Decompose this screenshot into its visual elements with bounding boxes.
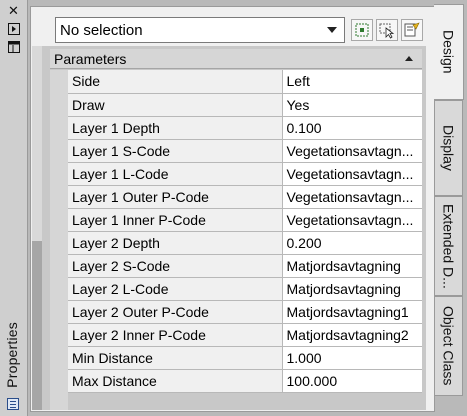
scrollbar-thumb[interactable] xyxy=(32,241,42,410)
palette-title-bar: ✕ Properties xyxy=(0,0,28,416)
property-value[interactable]: Matjordsavtagning1 xyxy=(282,300,422,324)
table-row[interactable]: Draw Yes xyxy=(68,93,422,117)
select-objects-icon xyxy=(379,23,395,39)
table-row[interactable]: Layer 1 Inner P-Code Vegetationsavtagn... xyxy=(68,208,422,232)
table-row[interactable]: Layer 1 Outer P-Code Vegetationsavtagn... xyxy=(68,185,422,209)
tab-object-class[interactable]: Object Class xyxy=(435,296,463,396)
chevron-down-icon[interactable] xyxy=(327,27,337,33)
grid-gutter xyxy=(50,70,68,410)
property-value[interactable]: Yes xyxy=(282,93,422,117)
property-name: Layer 2 S-Code xyxy=(68,254,283,278)
property-value[interactable]: Vegetationsavtagn... xyxy=(282,208,422,232)
table-row[interactable]: Layer 1 Depth 0.100 xyxy=(68,116,422,140)
property-value[interactable]: Vegetationsavtagn... xyxy=(282,185,422,209)
property-value[interactable]: 0.200 xyxy=(282,231,422,255)
auto-hide-icon[interactable] xyxy=(6,22,21,36)
property-name: Side xyxy=(68,70,283,94)
tab-label: Design xyxy=(440,30,457,74)
parameters-table: Side Left Draw Yes Layer 1 Depth 0.100 Layer 1… xyxy=(68,70,422,393)
property-value[interactable]: 0.100 xyxy=(282,116,422,140)
table-row[interactable]: Layer 2 Inner P-Code Matjordsavtagning2 xyxy=(68,323,422,347)
property-name: Layer 1 Depth xyxy=(68,116,283,140)
toggle-pickadd-button[interactable] xyxy=(351,19,373,41)
tab-strip: Design Display Extended D... Object Clas… xyxy=(434,0,467,416)
table-row[interactable]: Layer 2 Depth 0.200 xyxy=(68,231,422,255)
property-value[interactable]: Vegetationsavtagn... xyxy=(282,162,422,186)
table-row[interactable]: Max Distance 100.000 xyxy=(68,369,422,393)
table-row[interactable]: Layer 2 L-Code Matjordsavtagning xyxy=(68,277,422,301)
tab-label: Extended D... xyxy=(440,203,457,289)
table-row[interactable]: Layer 2 S-Code Matjordsavtagning xyxy=(68,254,422,278)
selection-toolbar: No selection xyxy=(55,17,427,43)
property-name: Max Distance xyxy=(68,369,283,393)
property-name: Layer 2 Depth xyxy=(68,231,283,255)
vertical-scrollbar[interactable] xyxy=(32,46,42,410)
collapse-caret-icon[interactable] xyxy=(405,56,413,61)
tab-extended-data[interactable]: Extended D... xyxy=(435,196,463,296)
table-row[interactable]: Min Distance 1.000 xyxy=(68,346,422,370)
tab-display[interactable]: Display xyxy=(435,100,463,196)
property-name: Layer 1 Outer P-Code xyxy=(68,185,283,209)
quick-select-button[interactable] xyxy=(401,19,423,41)
property-value[interactable]: Vegetationsavtagn... xyxy=(282,139,422,163)
properties-panel: No selection Parameters Side Left Draw Y… xyxy=(30,6,435,412)
table-row[interactable]: Layer 1 S-Code Vegetationsavtagn... xyxy=(68,139,422,163)
close-icon[interactable]: ✕ xyxy=(6,3,21,18)
properties-icon xyxy=(7,398,19,410)
selection-dropdown[interactable]: No selection xyxy=(55,17,345,43)
quick-select-icon xyxy=(404,22,420,37)
property-name: Layer 2 Inner P-Code xyxy=(68,323,283,347)
property-name: Draw xyxy=(68,93,283,117)
tab-label: Object Class xyxy=(440,306,457,386)
property-value[interactable]: 100.000 xyxy=(282,369,422,393)
table-row[interactable]: Side Left xyxy=(68,70,422,94)
property-value[interactable]: Left xyxy=(282,70,422,94)
property-name: Layer 2 L-Code xyxy=(68,277,283,301)
section-title: Parameters xyxy=(54,50,127,67)
palette-title: Properties xyxy=(4,322,20,388)
parameters-section-header[interactable]: Parameters xyxy=(50,49,422,69)
property-value[interactable]: Matjordsavtagning xyxy=(282,277,422,301)
property-name: Layer 2 Outer P-Code xyxy=(68,300,283,324)
property-name: Layer 1 L-Code xyxy=(68,162,283,186)
property-name: Layer 1 S-Code xyxy=(68,139,283,163)
toggle-pickadd-icon xyxy=(355,23,369,37)
select-objects-button[interactable] xyxy=(376,19,398,41)
table-row[interactable]: Layer 1 L-Code Vegetationsavtagn... xyxy=(68,162,422,186)
property-name: Layer 1 Inner P-Code xyxy=(68,208,283,232)
property-value[interactable]: Matjordsavtagning xyxy=(282,254,422,278)
options-menu-icon[interactable] xyxy=(6,40,21,54)
table-row[interactable]: Layer 2 Outer P-Code Matjordsavtagning1 xyxy=(68,300,422,324)
property-value[interactable]: 1.000 xyxy=(282,346,422,370)
tab-label: Display xyxy=(440,125,457,171)
property-grid: Parameters Side Left Draw Yes Layer 1 Depth 0… xyxy=(32,46,426,410)
property-value[interactable]: Matjordsavtagning2 xyxy=(282,323,422,347)
selection-value: No selection xyxy=(60,21,143,39)
tab-design[interactable]: Design xyxy=(434,4,464,100)
property-name: Min Distance xyxy=(68,346,283,370)
